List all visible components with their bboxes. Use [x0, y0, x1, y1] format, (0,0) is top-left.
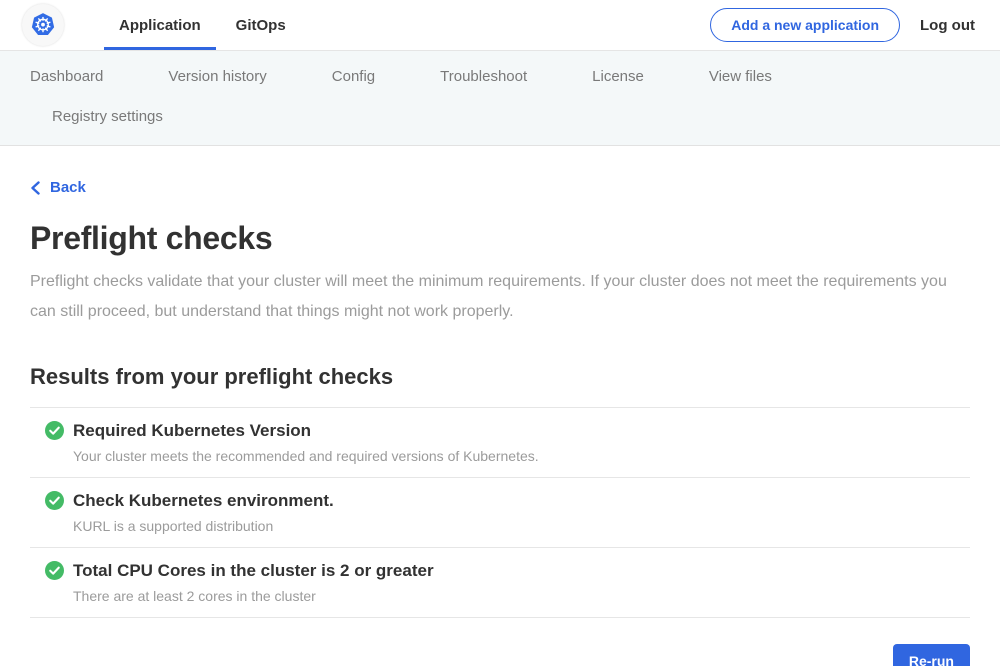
tab-gitops-label: GitOps: [236, 17, 286, 34]
check-circle-icon: [45, 561, 64, 580]
primary-nav: Application GitOps: [104, 0, 301, 50]
add-new-application-button[interactable]: Add a new application: [710, 8, 900, 42]
results-heading: Results from your preflight checks: [30, 364, 970, 390]
subnav-item-version-history[interactable]: Version history: [168, 64, 266, 90]
page-title: Preflight checks: [30, 220, 970, 257]
check-row-kubernetes-version: Required Kubernetes Version Your cluster…: [30, 407, 970, 477]
preflight-results-list: Required Kubernetes Version Your cluster…: [30, 407, 970, 618]
tab-application-label: Application: [119, 17, 201, 34]
check-message: KURL is a supported distribution: [73, 518, 970, 534]
subnav-row-2: Registry settings: [30, 104, 1000, 130]
check-message: There are at least 2 cores in the cluste…: [73, 588, 970, 604]
page-description: Preflight checks validate that your clus…: [30, 267, 955, 327]
rerun-button[interactable]: Re-run: [893, 644, 970, 666]
subnav-item-license[interactable]: License: [592, 64, 644, 90]
chevron-left-icon: [30, 181, 41, 195]
check-title: Total CPU Cores in the cluster is 2 or g…: [73, 561, 434, 581]
subnav-item-dashboard[interactable]: Dashboard: [30, 64, 103, 90]
check-row-cpu-cores: Total CPU Cores in the cluster is 2 or g…: [30, 547, 970, 618]
check-row-kubernetes-environment: Check Kubernetes environment. KURL is a …: [30, 477, 970, 547]
tab-application[interactable]: Application: [104, 0, 216, 50]
page-actions: Re-run: [0, 618, 1000, 666]
tab-gitops[interactable]: GitOps: [221, 0, 301, 50]
subnav-item-troubleshoot[interactable]: Troubleshoot: [440, 64, 527, 90]
preflight-page: Back Preflight checks Preflight checks v…: [0, 146, 1000, 618]
back-link-label: Back: [50, 179, 86, 196]
subnav-item-registry-settings[interactable]: Registry settings: [52, 104, 163, 130]
top-header: Application GitOps Add a new application…: [0, 0, 1000, 51]
subnav-row-1: Dashboard Version history Config Trouble…: [30, 64, 1000, 90]
app-subnav: Dashboard Version history Config Trouble…: [0, 51, 1000, 146]
logout-link[interactable]: Log out: [920, 17, 975, 34]
check-title: Check Kubernetes environment.: [73, 491, 334, 511]
check-message: Your cluster meets the recommended and r…: [73, 448, 970, 464]
kubernetes-logo[interactable]: [22, 4, 64, 46]
kubernetes-logo-icon: [26, 8, 60, 42]
back-link[interactable]: Back: [30, 179, 86, 196]
check-circle-icon: [45, 491, 64, 510]
subnav-item-config[interactable]: Config: [332, 64, 375, 90]
check-circle-icon: [45, 421, 64, 440]
check-title: Required Kubernetes Version: [73, 421, 311, 441]
subnav-item-view-files[interactable]: View files: [709, 64, 772, 90]
header-right: Add a new application Log out: [710, 8, 975, 42]
